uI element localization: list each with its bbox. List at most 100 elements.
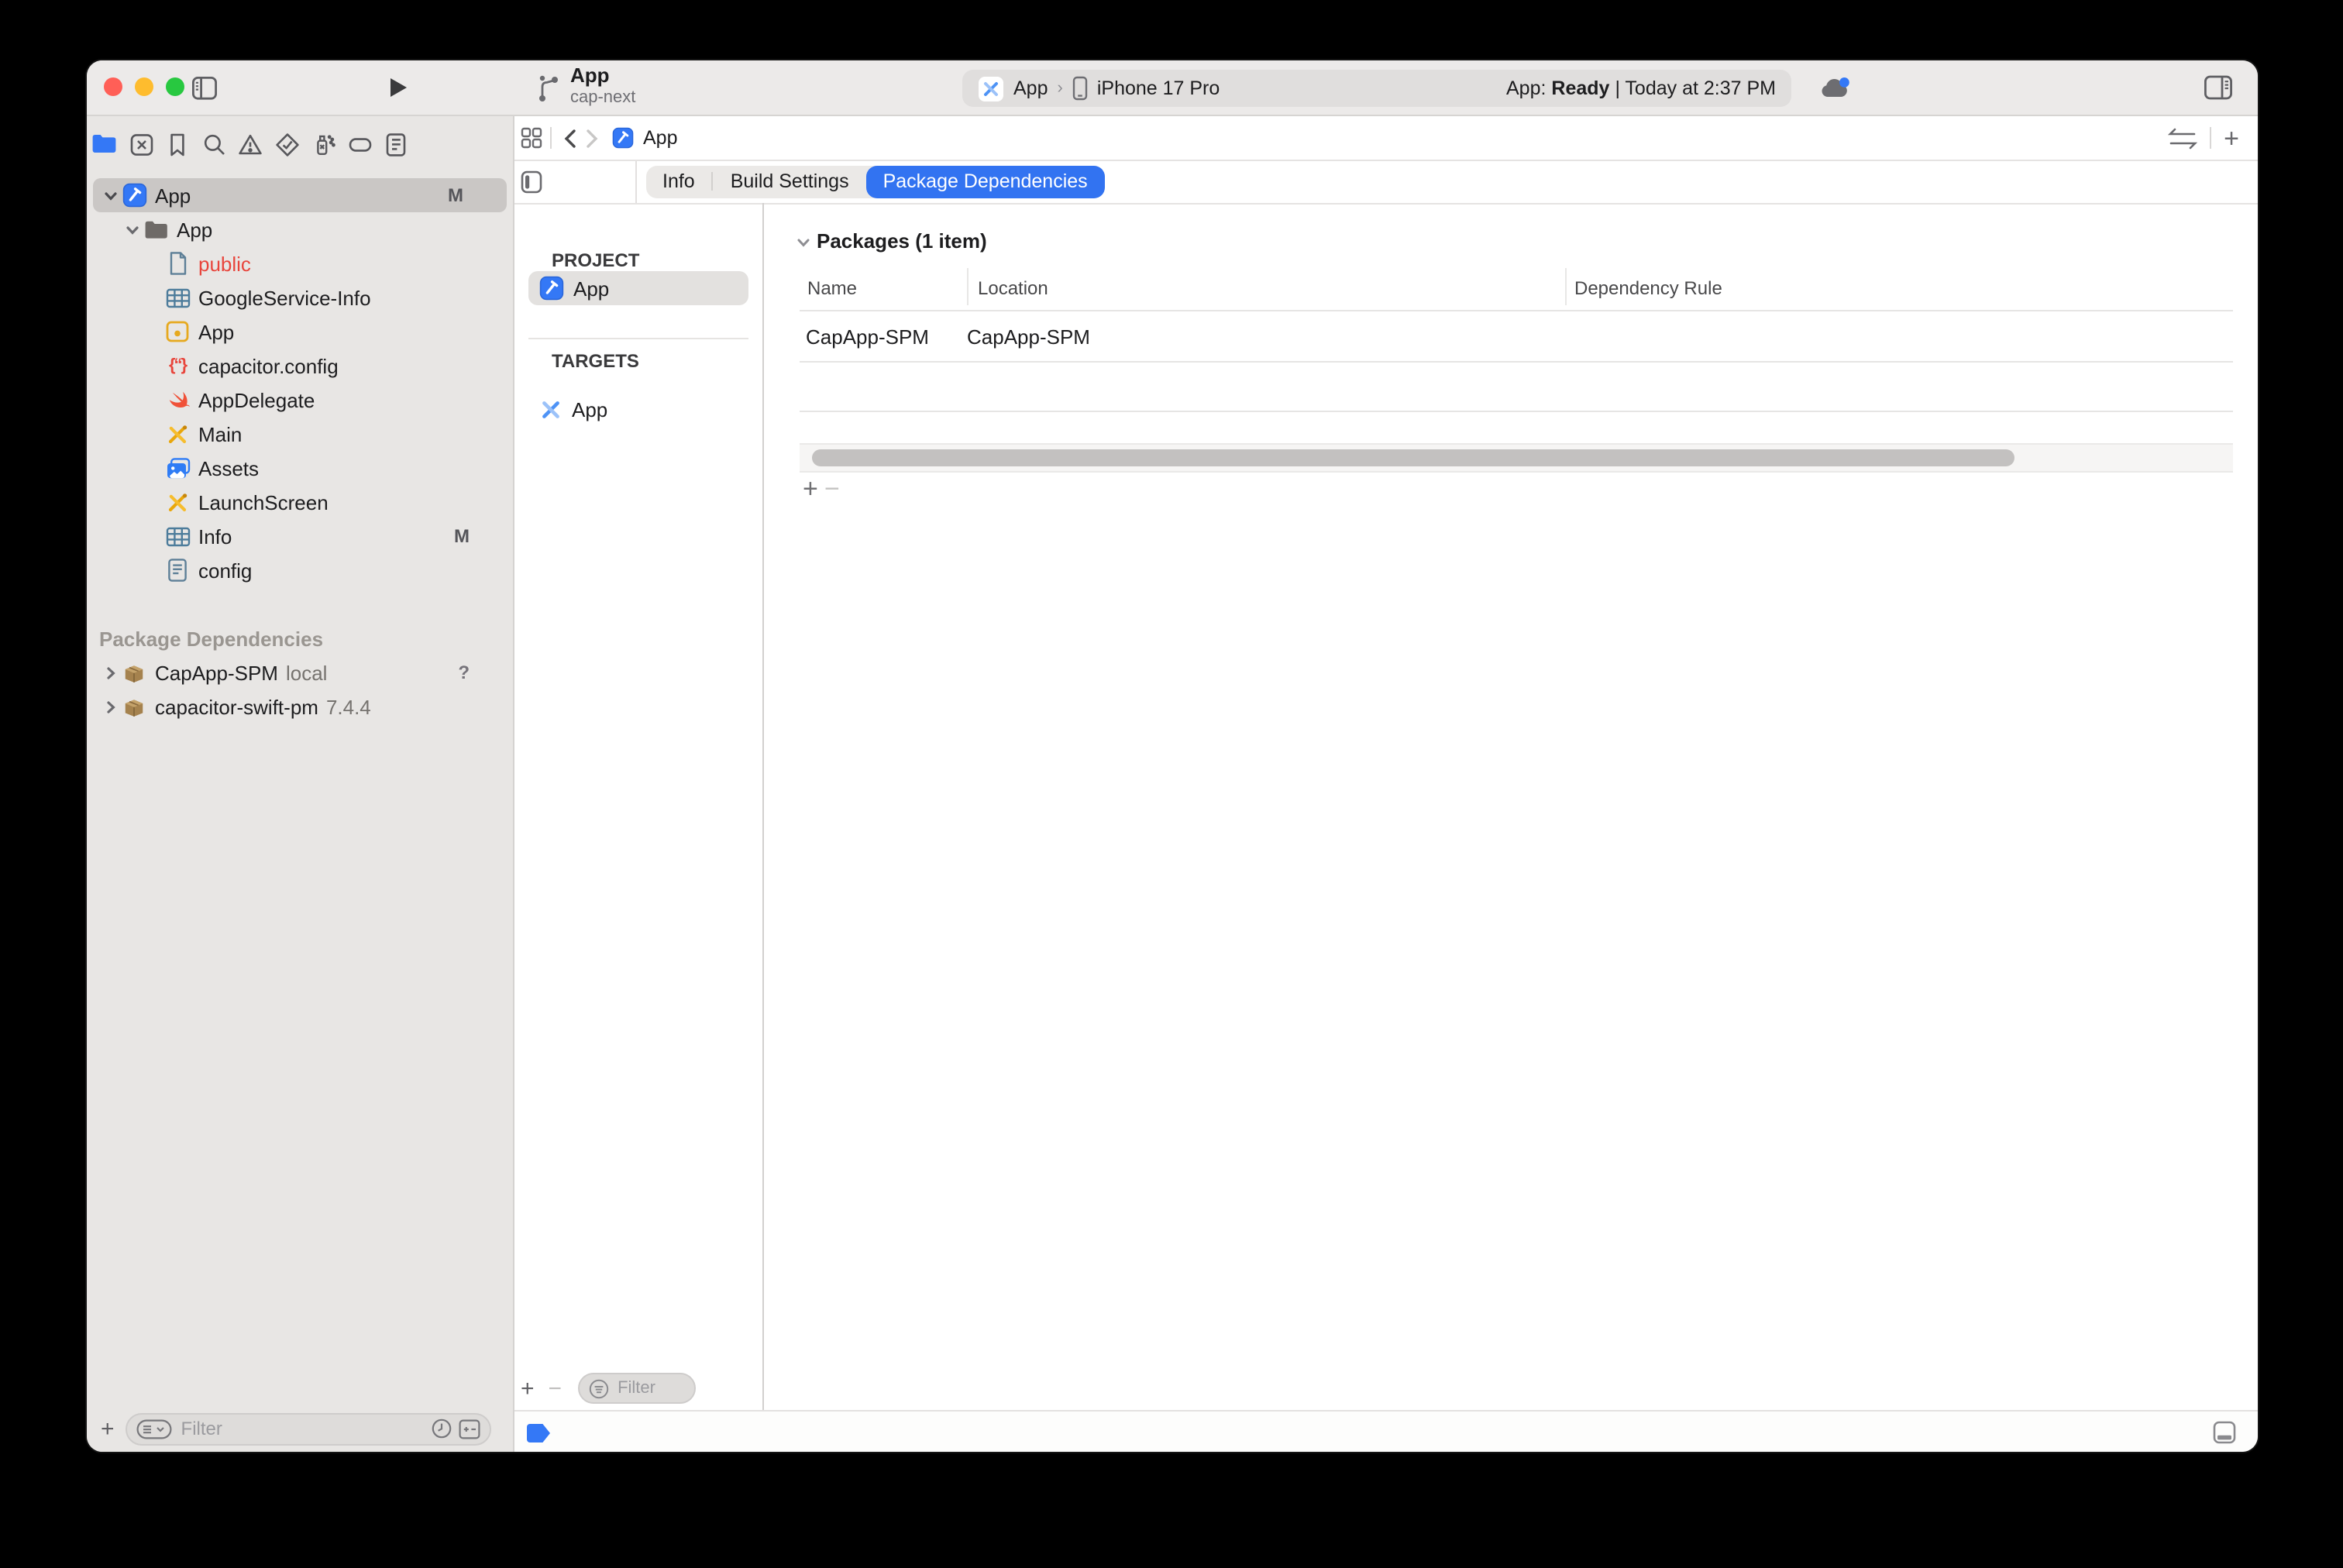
source-control-filter-icon[interactable] — [459, 1418, 480, 1439]
breakpoint-tag-icon[interactable] — [527, 1424, 550, 1442]
navigator-filter-input[interactable] — [178, 1416, 425, 1441]
tree-row-public[interactable]: public — [87, 246, 513, 280]
project-section-header: PROJECT — [552, 249, 639, 271]
window-title: App cap-next — [570, 65, 635, 107]
issues-icon[interactable] — [232, 131, 269, 157]
storyboard-icon — [164, 422, 191, 445]
recent-files-icon[interactable] — [431, 1418, 452, 1439]
source-control-icon[interactable] — [123, 131, 160, 157]
tree-row-folder-app[interactable]: App — [87, 212, 513, 246]
filter-options-icon[interactable] — [136, 1418, 172, 1439]
cell-location: CapApp-SPM — [967, 325, 1090, 349]
scheme-branch-icon — [538, 73, 559, 112]
run-destination[interactable]: iPhone 17 Pro — [1097, 77, 1220, 99]
package-version: local — [286, 661, 328, 684]
tree-row-info-plist[interactable]: Info M — [87, 519, 513, 553]
tree-row-assets[interactable]: Assets — [87, 451, 513, 485]
close-window-button[interactable] — [104, 77, 122, 96]
tab-build-settings[interactable]: Build Settings — [714, 165, 866, 198]
jump-bar-item[interactable]: App — [643, 127, 678, 149]
zoom-window-button[interactable] — [166, 77, 184, 96]
app-scheme-icon[interactable] — [978, 75, 1004, 101]
related-items-grid-icon[interactable] — [521, 127, 542, 149]
run-button[interactable] — [387, 76, 409, 107]
tree-row-main-storyboard[interactable]: Main — [87, 417, 513, 451]
tree-row-launchscreen[interactable]: LaunchScreen — [87, 485, 513, 519]
find-icon[interactable] — [196, 131, 232, 157]
reports-icon[interactable] — [378, 131, 415, 157]
json-braces-icon: {“} — [164, 356, 191, 375]
tree-row-project-app[interactable]: App M — [93, 178, 507, 212]
tree-row-googleservice-info[interactable]: GoogleService-Info — [87, 280, 513, 315]
tests-icon[interactable] — [269, 131, 305, 157]
column-header-location[interactable]: Location — [978, 277, 1048, 299]
toggle-debug-area-icon[interactable] — [2213, 1421, 2236, 1444]
add-item-button[interactable]: + — [101, 1417, 115, 1440]
package-icon — [121, 661, 147, 684]
column-header-dependency-rule[interactable]: Dependency Rule — [1574, 277, 1722, 299]
tab-package-dependencies[interactable]: Package Dependencies — [866, 165, 1105, 198]
breakpoints-icon[interactable] — [342, 131, 378, 157]
tree-row-appdelegate[interactable]: AppDelegate — [87, 383, 513, 417]
tree-row-capacitor-config[interactable]: {“} capacitor.config — [87, 349, 513, 383]
tree-row-capapp-spm[interactable]: CapApp-SPM local ? — [87, 655, 513, 689]
horizontal-scrollbar[interactable] — [800, 443, 2233, 473]
add-package-button[interactable]: + — [803, 476, 818, 502]
scrollbar-thumb[interactable] — [812, 449, 2014, 466]
scheme-name[interactable]: App — [1013, 77, 1048, 99]
section-chevron-down-icon[interactable] — [796, 236, 810, 249]
navigator-filter-field[interactable] — [126, 1412, 491, 1445]
modified-badge: M — [448, 184, 463, 206]
xcodeproj-icon — [539, 276, 564, 301]
toolbar: App cap-next App › iPhone 17 Pro App: Re… — [87, 60, 2258, 116]
toggle-navigator-icon[interactable] — [191, 74, 218, 110]
targets-section-header: TARGETS — [552, 350, 639, 372]
text-document-icon — [164, 558, 191, 583]
forward-button[interactable] — [581, 128, 603, 148]
table-row[interactable]: CapApp-SPM CapApp-SPM — [764, 310, 2258, 361]
chevron-right-icon[interactable] — [99, 665, 121, 679]
chevron-down-icon[interactable] — [121, 222, 143, 236]
navigator-filter-bar: + — [87, 1410, 513, 1447]
panel-filter-field[interactable] — [577, 1373, 695, 1404]
target-row-app[interactable]: App — [528, 392, 748, 426]
tree-row-capacitor-swift-pm[interactable]: capacitor-swift-pm 7.4.4 — [87, 689, 513, 724]
package-icon — [121, 695, 147, 718]
tree-label: App — [155, 184, 191, 207]
remove-target-button[interactable]: − — [549, 1377, 563, 1400]
tree-row-config[interactable]: config — [87, 553, 513, 587]
column-header-name[interactable]: Name — [807, 277, 857, 299]
document-icon — [164, 251, 191, 276]
debug-gauge-icon[interactable] — [305, 131, 342, 157]
toggle-inspector-icon[interactable] — [2204, 74, 2233, 108]
chevron-down-icon[interactable] — [99, 188, 121, 202]
bookmarks-icon[interactable] — [160, 131, 196, 157]
code-review-icon[interactable] — [2168, 126, 2197, 150]
add-target-button[interactable]: + — [521, 1377, 535, 1400]
cell-name: CapApp-SPM — [806, 325, 929, 349]
minimize-window-button[interactable] — [135, 77, 153, 96]
remove-package-button[interactable]: − — [824, 476, 840, 502]
modified-badge: M — [454, 525, 470, 547]
cloud-status-icon[interactable] — [1819, 76, 1852, 107]
filter-circle-icon — [588, 1378, 608, 1398]
chevron-right-icon[interactable] — [99, 700, 121, 714]
tree-row-app-entitlements[interactable]: App — [87, 315, 513, 349]
swift-file-icon — [164, 388, 191, 411]
navigator-panel: App M App public GoogleService-Info App — [87, 116, 514, 1452]
toggle-project-sidebar-icon[interactable] — [521, 170, 542, 193]
project-navigator-icon[interactable] — [87, 133, 123, 155]
panel-filter-input[interactable] — [614, 1377, 684, 1399]
navigator-tab-bar — [87, 126, 513, 163]
project-row-app[interactable]: App — [528, 271, 748, 305]
xcode-window: App cap-next App › iPhone 17 Pro App: Re… — [87, 60, 2258, 1452]
add-editor-icon[interactable]: + — [2224, 125, 2239, 151]
status-badge: ? — [458, 662, 470, 683]
spacer — [87, 587, 513, 621]
activity-status[interactable]: App: Ready | Today at 2:37 PM — [1506, 77, 1776, 99]
package-dependencies-header: Package Dependencies — [87, 621, 513, 655]
jump-bar-right: + — [2168, 125, 2258, 151]
back-button[interactable] — [559, 128, 581, 148]
project-targets-panel: PROJECT App TARGETS App + − — [514, 203, 764, 1410]
tab-info[interactable]: Info — [645, 165, 712, 198]
